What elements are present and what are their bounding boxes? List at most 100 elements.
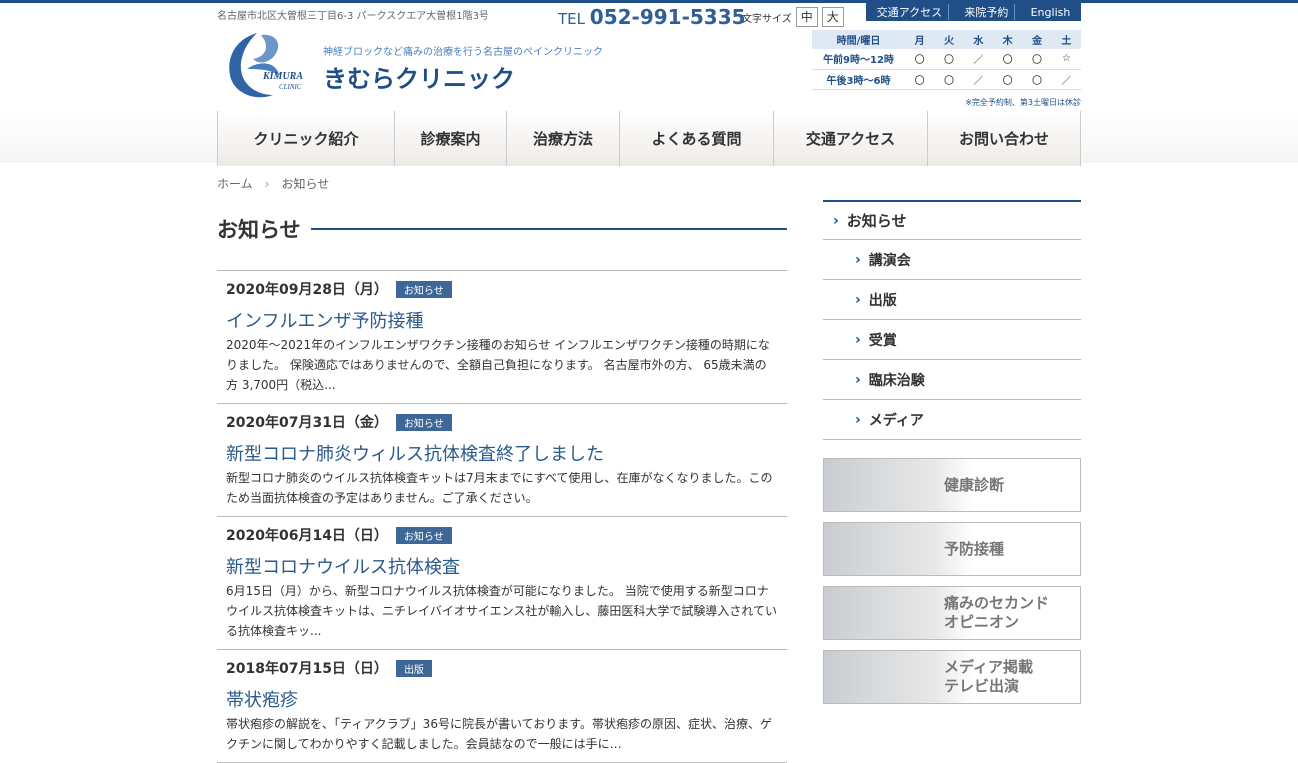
sidebar-item-clinical-trial[interactable]: › 臨床治験 — [823, 360, 1081, 400]
tel-prefix: TEL — [558, 10, 585, 28]
news-date: 2020年09月28日（月） — [226, 282, 388, 298]
sidebar-item-lecture[interactable]: › 講演会 — [823, 240, 1081, 280]
banner-label: 痛みのセカンド オピニオン — [944, 594, 1050, 631]
nav-faq[interactable]: よくある質問 — [620, 111, 774, 166]
hours-header-cell: 土 — [1051, 30, 1081, 49]
sidebar-item-news[interactable]: › お知らせ — [823, 200, 1081, 240]
hours-cell: 〇 — [934, 69, 964, 90]
hours-row-label: 午前9時〜12時 — [812, 49, 905, 70]
hours-cell: ／ — [963, 69, 993, 90]
clinic-name[interactable]: きむらクリニック — [323, 59, 515, 94]
page-title: お知らせ — [217, 218, 301, 242]
hours-header-cell: 水 — [963, 30, 993, 49]
banner-label: 健康診断 — [944, 475, 1005, 494]
chevron-right-icon: › — [855, 371, 861, 388]
main-nav: クリニック紹介 診療案内 治療方法 よくある質問 交通アクセス お問い合わせ — [217, 111, 1081, 166]
news-date: 2020年06月14日（日） — [226, 528, 388, 544]
news-excerpt: 2020年〜2021年のインフルエンザワクチン接種のお知らせ インフルエンザワク… — [226, 338, 770, 392]
banner-health-checkup[interactable]: 健康診断 — [823, 458, 1081, 512]
font-size-label: 文字サイズ — [742, 13, 792, 25]
hours-cell: 〇 — [934, 49, 964, 70]
top-utility-nav: 交通アクセス 来院予約 English — [866, 3, 1081, 21]
news-list: 2020年09月28日（月） お知らせ インフルエンザ予防接種 2020年〜202… — [217, 270, 787, 763]
news-item: 2020年09月28日（月） お知らせ インフルエンザ予防接種 2020年〜202… — [217, 271, 787, 404]
access-link[interactable]: 交通アクセス — [871, 4, 950, 20]
hours-cell: ／ — [1051, 69, 1081, 90]
sidebar: › お知らせ › 講演会 › 出版 › 受賞 › 臨床治験 › メディア 健康診断 予防接種… — [823, 200, 1081, 704]
sidebar-item-publication[interactable]: › 出版 — [823, 280, 1081, 320]
main-content: お知らせ 2020年09月28日（月） お知らせ インフルエンザ予防接種 2020… — [217, 200, 787, 763]
news-category-badge: お知らせ — [395, 526, 452, 544]
banner-vaccination[interactable]: 予防接種 — [823, 522, 1081, 576]
news-date: 2020年07月31日（金） — [226, 415, 388, 431]
tel-digits: 052-991-5335 — [589, 5, 746, 29]
chevron-right-icon: › — [855, 411, 861, 428]
font-large-button[interactable]: 大 — [821, 7, 844, 27]
page-title-row: お知らせ — [217, 214, 787, 244]
clinic-logo[interactable]: KIMURA CLINIC — [217, 29, 317, 103]
news-date-row: 2020年09月28日（月） お知らせ — [226, 279, 778, 299]
news-excerpt: 帯状疱疹の解説を、「ティアクラブ」36号に院長が書いております。帯状疱疹の原因、… — [226, 717, 773, 751]
logo-wordmark: KIMURA — [262, 71, 303, 82]
clinic-address: 名古屋市北区大曽根三丁目6-3 パークスクエア大曽根1階3号 — [217, 11, 489, 22]
hours-cell: ☆ — [1051, 49, 1081, 70]
breadcrumb: ホーム › お知らせ — [217, 175, 329, 192]
news-date-row: 2018年07月15日（日） 出版 — [226, 658, 778, 678]
news-date-row: 2020年07月31日（金） お知らせ — [226, 412, 778, 432]
news-title-link[interactable]: 帯状疱疹 — [226, 686, 778, 712]
hours-row-label: 午後3時〜6時 — [812, 69, 905, 90]
hours-header-cell: 木 — [992, 30, 1023, 49]
banner-label: メディア掲載 テレビ出演 — [944, 658, 1033, 695]
hours-cell: 〇 — [905, 49, 935, 70]
banner-media[interactable]: メディア掲載 テレビ出演 — [823, 650, 1081, 704]
newspaper-image — [824, 651, 934, 703]
clinic-subtitle: 神経ブロックなど痛みの治療を行う名古屋のペインクリニック — [323, 47, 603, 58]
hours-cell: 〇 — [1022, 49, 1052, 70]
sidebar-item-label: メディア — [868, 412, 924, 429]
hours-cell: ／ — [963, 49, 993, 70]
font-medium-button[interactable]: 中 — [795, 7, 818, 27]
news-item: 2020年06月14日（日） お知らせ 新型コロナウイルス抗体検査 6月15日（月… — [217, 517, 787, 650]
sidebar-item-label: 講演会 — [868, 252, 911, 269]
reservation-link[interactable]: 来院予約 — [958, 4, 1016, 20]
sidebar-top-label: お知らせ — [846, 212, 907, 230]
news-date: 2018年07月15日（日） — [226, 661, 388, 677]
site-header: 名古屋市北区大曽根三丁目6-3 パークスクエア大曽根1階3号 TEL 052-9… — [0, 3, 1298, 166]
chevron-right-icon: › — [855, 291, 861, 308]
news-category-badge: お知らせ — [395, 280, 452, 298]
sidebar-item-media[interactable]: › メディア — [823, 400, 1081, 440]
font-size-control: 文字サイズ 中 大 — [742, 7, 844, 27]
news-title-link[interactable]: 新型コロナ肺炎ウィルス抗体検査終了しました — [226, 440, 778, 466]
banner-label: 予防接種 — [944, 539, 1005, 558]
chevron-right-icon: › — [855, 251, 861, 268]
hours-cell: 〇 — [1022, 69, 1052, 90]
nav-medical-info[interactable]: 診療案内 — [395, 111, 507, 166]
news-excerpt: 新型コロナ肺炎のウイルス抗体検査キットは7月末までにすべて使用し、在庫がなくなり… — [226, 471, 773, 505]
banner-second-opinion[interactable]: 痛みのセカンド オピニオン — [823, 586, 1081, 640]
hours-cell: 〇 — [905, 69, 935, 90]
hours-header-cell: 月 — [905, 30, 935, 49]
news-title-link[interactable]: 新型コロナウイルス抗体検査 — [226, 553, 778, 579]
breadcrumb-current: お知らせ — [281, 177, 330, 191]
news-item: 2020年07月31日（金） お知らせ 新型コロナ肺炎ウィルス抗体検査終了しました… — [217, 404, 787, 517]
hours-cell: 〇 — [992, 49, 1023, 70]
office-hours-table: 時間/曜日 月 火 水 木 金 土 午前9時〜12時 〇 〇 ／ 〇 〇 ☆ 午… — [812, 30, 1081, 90]
hours-header-cell: 火 — [934, 30, 964, 49]
hours-header-cell: 時間/曜日 — [812, 30, 905, 49]
sidebar-item-award[interactable]: › 受賞 — [823, 320, 1081, 360]
news-title-link[interactable]: インフルエンザ予防接種 — [226, 307, 778, 333]
nav-access[interactable]: 交通アクセス — [774, 111, 928, 166]
nav-clinic-intro[interactable]: クリニック紹介 — [218, 111, 395, 166]
nav-treatment[interactable]: 治療方法 — [507, 111, 620, 166]
english-link[interactable]: English — [1025, 6, 1077, 19]
sidebar-item-label: 臨床治験 — [868, 372, 925, 389]
phone-number[interactable]: TEL 052-991-5335 — [558, 5, 746, 29]
news-category-badge: 出版 — [395, 659, 432, 677]
sidebar-item-label: 受賞 — [868, 332, 897, 349]
breadcrumb-home[interactable]: ホーム — [217, 177, 253, 191]
chevron-right-icon: › — [855, 331, 861, 348]
stethoscope-image — [824, 459, 934, 511]
chevron-right-icon: › — [833, 212, 839, 229]
nav-contact[interactable]: お問い合わせ — [928, 111, 1081, 166]
hours-cell: 〇 — [992, 69, 1023, 90]
